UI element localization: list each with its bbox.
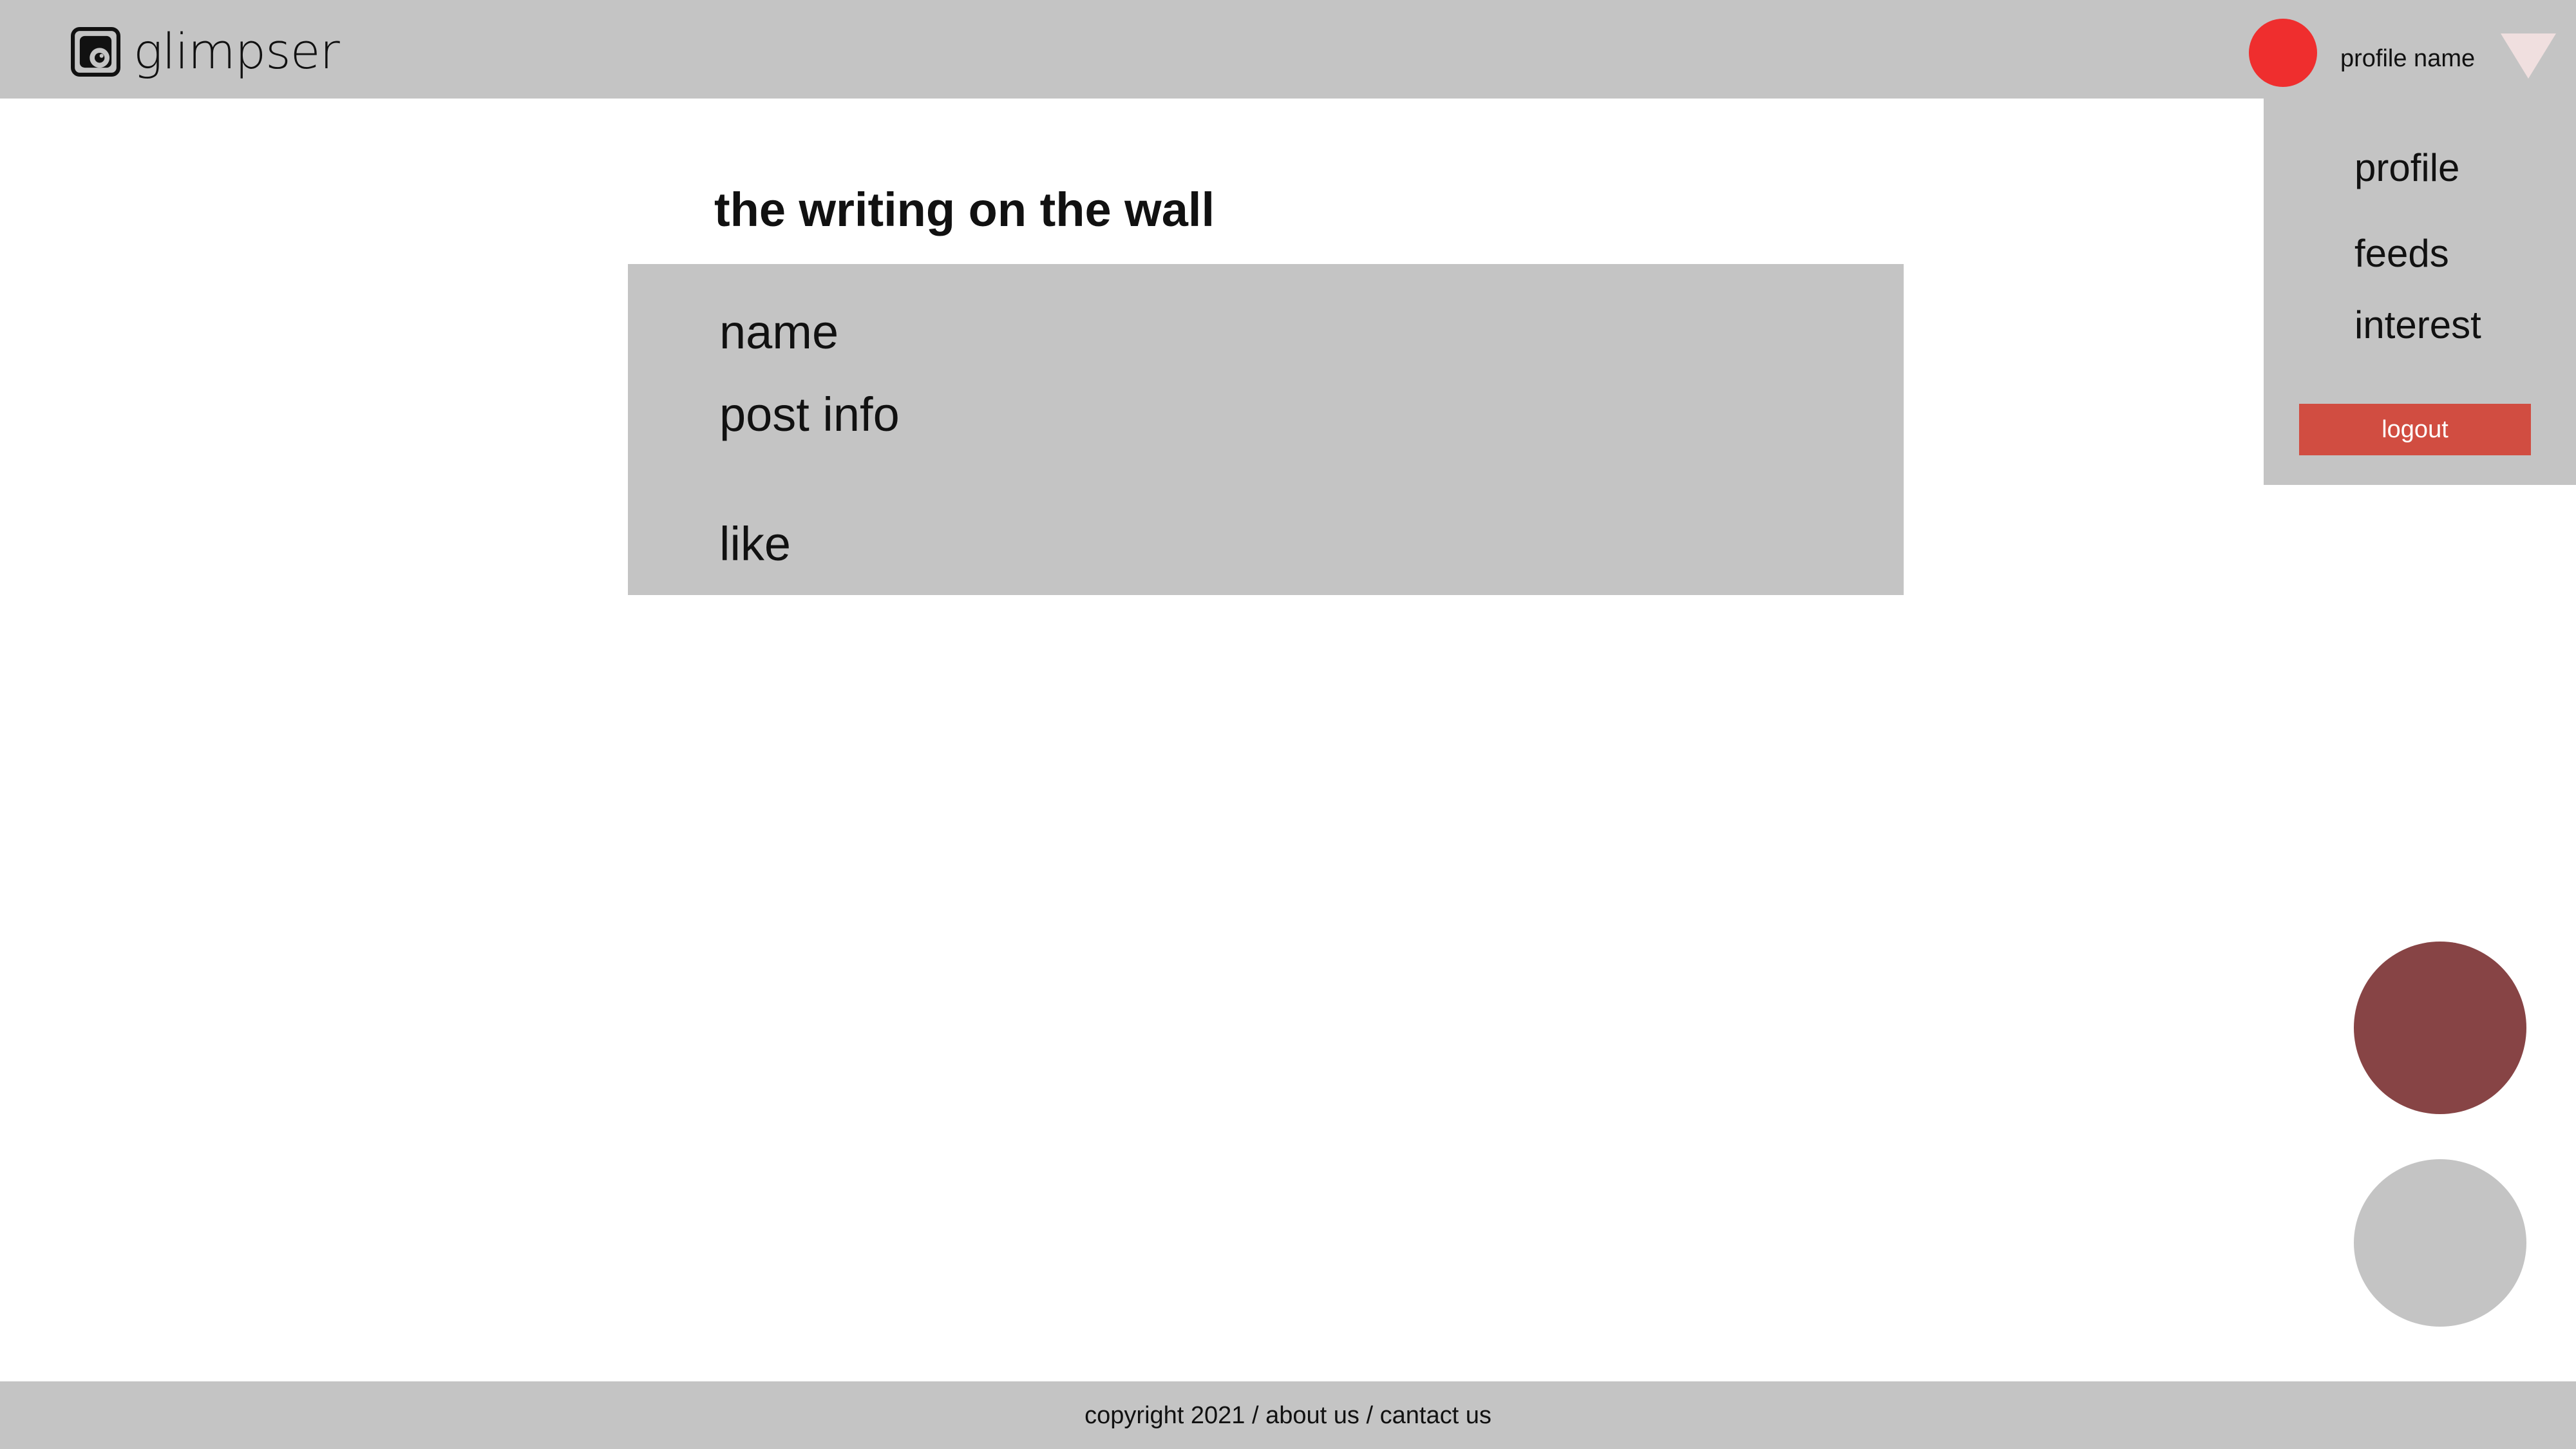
app-name: glimpser (133, 23, 340, 80)
logout-button[interactable]: logout (2299, 404, 2531, 455)
footer-text: copyright 2021 / about us / cantact us (1084, 1401, 1492, 1430)
menu-item-feeds[interactable]: feeds (2354, 231, 2449, 277)
footer-separator: / (1245, 1401, 1266, 1429)
avatar[interactable] (2249, 19, 2317, 87)
triangle-down-icon[interactable] (2501, 33, 2556, 79)
about-us-link[interactable]: about us (1265, 1402, 1359, 1429)
post-info: post info (719, 388, 900, 441)
top-bar: glimpser profile name (0, 0, 2576, 99)
profile-dropdown-menu: profile feeds interest logout (2264, 99, 2576, 485)
contact-us-link[interactable]: cantact us (1380, 1402, 1492, 1429)
glimpser-logo-icon (71, 26, 120, 77)
page-title: the writing on the wall (714, 183, 1215, 236)
secondary-action-button[interactable] (2354, 1159, 2526, 1327)
post-card: name post info like (628, 264, 1904, 595)
page: glimpser profile name profile feeds inte… (0, 0, 2576, 1449)
footer-separator: / (1359, 1401, 1380, 1429)
like-button[interactable]: like (719, 516, 791, 572)
menu-item-profile[interactable]: profile (2354, 145, 2459, 191)
primary-action-button[interactable] (2354, 942, 2526, 1114)
brand-logo[interactable]: glimpser (71, 23, 340, 80)
profile-name[interactable]: profile name (2340, 44, 2475, 73)
footer: copyright 2021 / about us / cantact us (0, 1381, 2576, 1449)
post-author-name[interactable]: name (719, 305, 838, 360)
menu-item-interest[interactable]: interest (2354, 302, 2481, 348)
copyright-text: copyright 2021 (1084, 1401, 1245, 1429)
